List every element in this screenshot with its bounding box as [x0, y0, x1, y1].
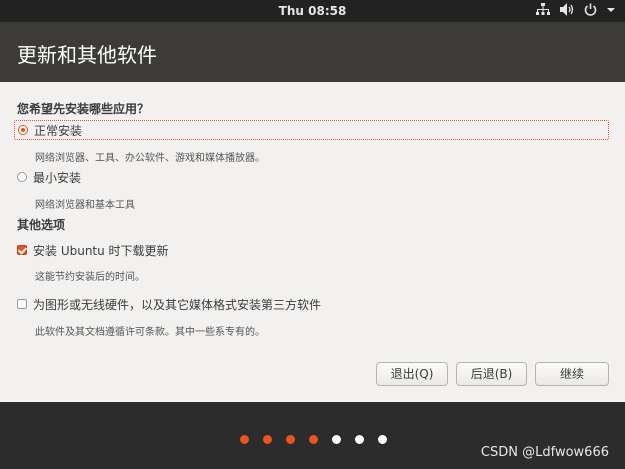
back-button[interactable]: 后退(B): [456, 362, 527, 386]
watermark: CSDN @Ldfwow666: [480, 445, 609, 460]
power-icon[interactable]: [584, 3, 597, 16]
window-title: 更新和其他软件: [17, 43, 157, 67]
progress-dots: [0, 435, 625, 445]
third-party-description: 此软件及其文档遵循许可条款。其中一些系专有的。: [35, 327, 265, 338]
progress-dot-pending: [355, 435, 364, 444]
clock[interactable]: Thu 08:58: [0, 4, 625, 18]
progress-dot-done: [309, 435, 318, 444]
system-tray[interactable]: [536, 3, 615, 16]
progress-dot-pending: [332, 435, 341, 444]
download-updates-description: 这能节约安装后的时间。: [35, 272, 145, 283]
window-content: 您希望先安装哪些应用？ 正常安装 网络浏览器、工具、办公软件、游戏和媒体播放器。…: [0, 82, 625, 402]
installer-window: 更新和其他软件 您希望先安装哪些应用？ 正常安装 网络浏览器、工具、办公软件、游…: [0, 22, 625, 402]
checkbox-unchecked-icon: [17, 299, 27, 309]
third-party-checkbox[interactable]: 为图形或无线硬件，以及其它媒体格式安装第三方软件: [14, 294, 321, 314]
other-options-heading: 其他选项: [17, 218, 66, 232]
volume-icon[interactable]: [560, 3, 574, 16]
top-panel: Thu 08:58: [0, 0, 625, 22]
download-updates-checkbox[interactable]: 安装 Ubuntu 时下载更新: [14, 240, 169, 260]
radio-unselected-icon: [17, 172, 27, 182]
normal-install-description: 网络浏览器、工具、办公软件、游戏和媒体播放器。: [35, 153, 265, 164]
third-party-label: 为图形或无线硬件，以及其它媒体格式安装第三方软件: [33, 297, 322, 312]
progress-dot-done: [240, 435, 249, 444]
minimal-install-description: 网络浏览器和基本工具: [35, 200, 135, 211]
menu-arrow-icon[interactable]: [607, 3, 615, 16]
quit-button[interactable]: 退出(Q): [376, 362, 448, 386]
minimal-install-label: 最小安装: [33, 170, 82, 185]
checkbox-checked-icon: [17, 245, 27, 255]
normal-install-label: 正常安装: [34, 123, 83, 138]
progress-dot-done: [286, 435, 295, 444]
window-titlebar: 更新和其他软件: [0, 22, 625, 82]
continue-button[interactable]: 继续: [535, 362, 609, 386]
progress-dot-done: [263, 435, 272, 444]
network-icon[interactable]: [536, 3, 550, 16]
install-question-heading: 您希望先安装哪些应用？: [17, 102, 150, 116]
radio-selected-icon: [18, 125, 28, 135]
download-updates-label: 安装 Ubuntu 时下载更新: [33, 243, 169, 258]
progress-dot-pending: [378, 435, 387, 444]
normal-install-radio[interactable]: 正常安装: [14, 120, 609, 140]
minimal-install-radio[interactable]: 最小安装: [14, 167, 81, 187]
